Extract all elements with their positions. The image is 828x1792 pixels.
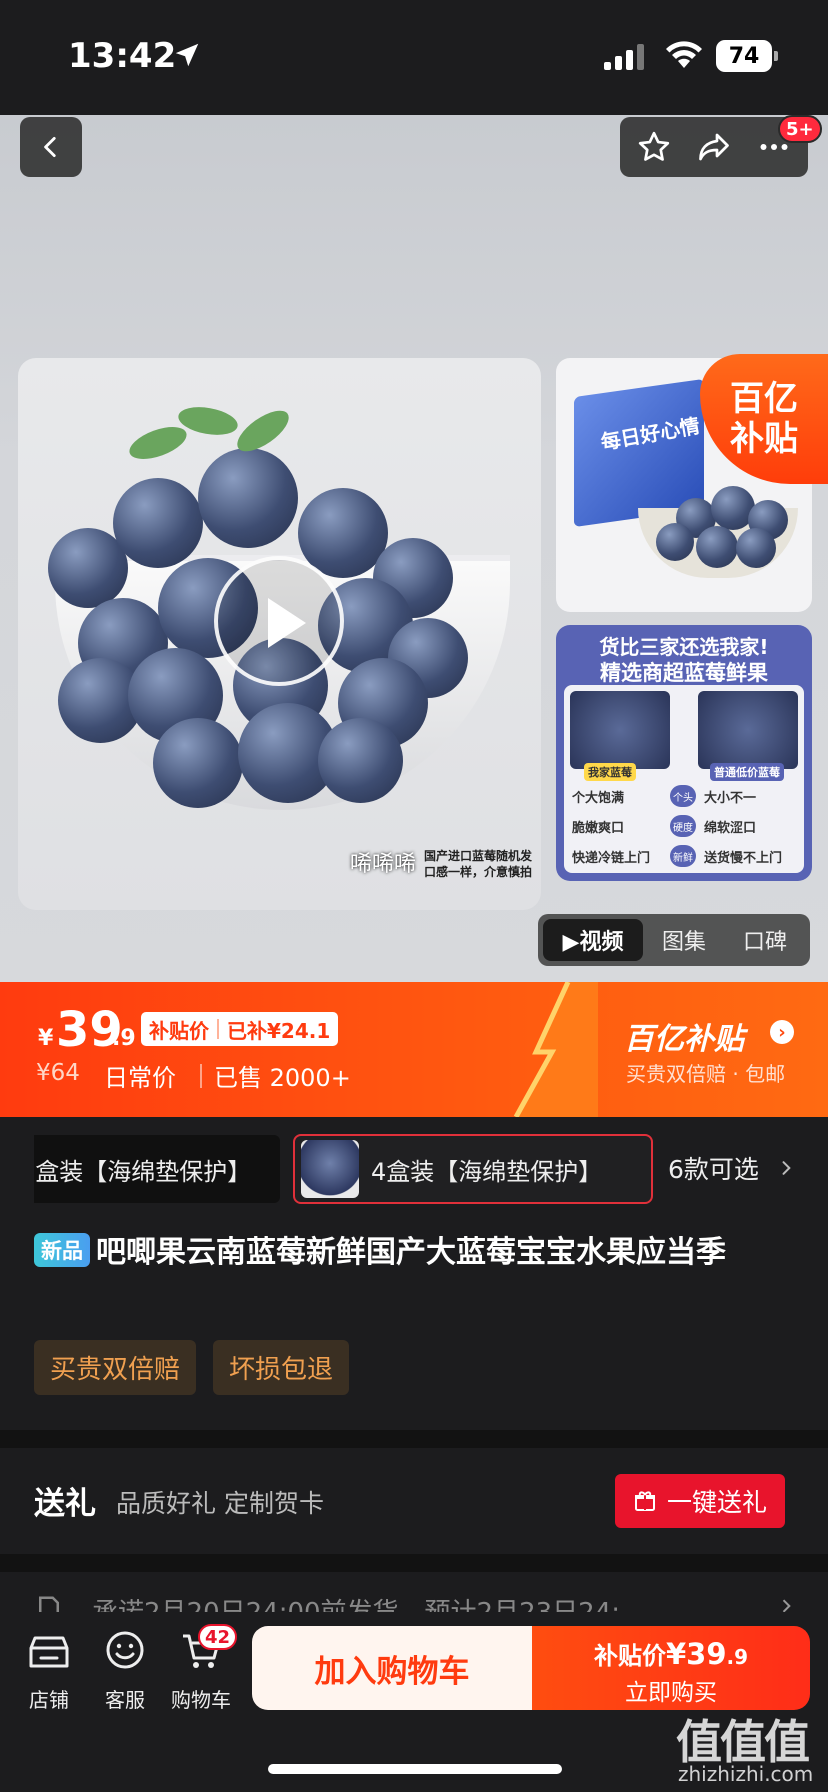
status-bar: 13:42 74 <box>0 0 828 115</box>
buy-price-int: ¥39 <box>665 1637 727 1671</box>
buy-now-button[interactable]: 补贴价¥39.9 立即购买 <box>532 1626 810 1710</box>
comparison-subtitle: 精选商超蓝莓鲜果 <box>600 661 768 685</box>
service-tags: 买贵双倍赔 坏损包退 <box>34 1340 350 1395</box>
cheap-label: 普通低价蓝莓 <box>710 763 784 781</box>
share-icon[interactable] <box>696 129 732 165</box>
play-video-button[interactable] <box>214 556 344 686</box>
sku-option-label: 4盒装【海绵垫保护】 <box>34 1157 252 1186</box>
cart-label: 购物车 <box>171 1688 231 1712</box>
tab-reviews[interactable]: 口碑 <box>725 919 805 961</box>
blueberry <box>696 526 738 568</box>
bybt-tag-line2: 补贴 <box>730 419 798 459</box>
chevron-right-icon[interactable] <box>776 1158 796 1178</box>
battery-indicator: 74 <box>716 40 778 72</box>
wifi-icon <box>666 41 702 68</box>
blueberry <box>198 448 298 548</box>
cart-count-badge: 42 <box>198 1624 238 1650</box>
subsidy-amount: 已补¥24.1 <box>227 1018 331 1043</box>
notification-badge: 5+ <box>778 115 822 143</box>
sku-more-options[interactable]: 6款可选 <box>668 1150 759 1186</box>
cheap-point: 大小不一 <box>704 791 757 806</box>
customer-service-button[interactable]: 客服 <box>90 1628 160 1713</box>
buy-price: 补贴价¥39.9 <box>532 1636 810 1671</box>
bybt-tag-line1: 百亿 <box>730 379 798 419</box>
section-divider <box>0 1554 828 1572</box>
store-label: 店铺 <box>29 1688 69 1712</box>
new-product-badge: 新品 <box>34 1233 90 1267</box>
gift-icon <box>634 1491 655 1511</box>
lightning-divider-icon <box>513 982 598 1117</box>
tag-separator <box>217 1019 219 1039</box>
comparison-panel: 我家蓝莓 普通低价蓝莓 个大饱满 个头 大小不一 脆嫩爽口 硬度 绵软涩口 快递… <box>564 685 804 873</box>
cheap-blueberry-image <box>698 691 798 769</box>
billion-subsidy-subtitle: 买贵双倍赔 · 包邮 <box>626 1062 786 1086</box>
store-button[interactable]: 店铺 <box>14 1628 84 1713</box>
send-gift-button[interactable]: 一键送礼 <box>615 1474 785 1528</box>
buy-price-dec: .9 <box>726 1645 749 1669</box>
service-tag[interactable]: 坏损包退 <box>213 1340 350 1395</box>
our-label: 我家蓝莓 <box>584 763 636 781</box>
status-time: 13:42 <box>68 36 177 76</box>
blueberry <box>656 523 694 561</box>
product-detail-page: 13:42 74 5+ 唏唏唏 国产进口蓝莓随机发 口感一样，介意慎拍 每日好心… <box>0 0 828 1792</box>
cheap-point: 绵软涩口 <box>704 821 757 836</box>
comparison-title: 货比三家还选我家! <box>599 635 769 659</box>
section-divider <box>0 1430 828 1448</box>
back-button[interactable] <box>20 117 82 177</box>
blueberry <box>113 478 203 568</box>
price-decimal: .9 <box>112 1026 136 1051</box>
our-point: 快递冷链上门 <box>572 851 651 866</box>
subsidy-label: 补贴价 <box>149 1018 209 1043</box>
price-divider <box>200 1064 202 1088</box>
our-point: 个大饱满 <box>572 791 625 806</box>
sku-option[interactable]: 4盒装【海绵垫保护】 <box>34 1135 280 1203</box>
product-title: 吧唧果云南蓝莓新鲜国产大蓝莓宝宝水果应当季 <box>96 1235 726 1270</box>
compare-dimension: 新鲜 <box>670 845 696 867</box>
site-watermark-url: zhizhizhi.com <box>678 1762 814 1786</box>
our-point: 脆嫩爽口 <box>572 821 625 836</box>
star-favorite-icon[interactable] <box>636 129 672 165</box>
add-to-cart-button[interactable]: 加入购物车 <box>252 1626 532 1710</box>
blueberry <box>318 718 403 803</box>
service-tag[interactable]: 买贵双倍赔 <box>34 1340 197 1395</box>
our-blueberry-image <box>570 691 670 769</box>
tab-gallery[interactable]: 图集 <box>643 919 725 961</box>
sku-option-label: 4盒装【海绵垫保护】 <box>371 1157 603 1186</box>
gallery-thumb-comparison[interactable]: 货比三家还选我家! 精选商超蓝莓鲜果 我家蓝莓 普通低价蓝莓 个大饱满 个头 大… <box>556 625 812 881</box>
sold-count: 已售 2000+ <box>214 1064 351 1092</box>
chevron-right-circle-icon[interactable]: › <box>770 1020 794 1044</box>
chevron-left-icon <box>44 136 56 158</box>
buy-price-label: 补贴价 <box>593 1642 666 1670</box>
send-gift-label: 一键送礼 <box>666 1488 767 1517</box>
gift-subtitle: 品质好礼 定制贺卡 <box>116 1489 324 1518</box>
cellular-signal-icon <box>604 44 644 70</box>
compare-dimension: 个头 <box>670 785 696 807</box>
price-currency: ¥ <box>38 1026 54 1051</box>
media-tabs: ▶视频 图集 口碑 <box>538 914 810 966</box>
tab-video[interactable]: ▶视频 <box>543 919 643 961</box>
cheap-point: 送货慢不上门 <box>704 851 783 866</box>
product-title-block: 新品 吧唧果云南蓝莓新鲜国产大蓝莓宝宝水果应当季 <box>34 1230 794 1276</box>
service-label: 客服 <box>105 1688 145 1712</box>
store-icon <box>29 1636 69 1668</box>
buy-now-label: 立即购买 <box>625 1680 717 1706</box>
home-indicator[interactable] <box>268 1764 562 1774</box>
sku-thumbnail <box>301 1140 359 1198</box>
mint-leaf <box>125 420 191 466</box>
origin-note: 国产进口蓝莓随机发 口感一样，介意慎拍 <box>424 849 533 879</box>
video-watermark-text: 唏唏唏 <box>350 852 417 877</box>
smiley-chat-icon <box>106 1631 144 1669</box>
blueberry <box>736 528 776 568</box>
sku-option-selected[interactable]: 4盒装【海绵垫保护】 <box>293 1134 653 1204</box>
subsidy-price-tag: 补贴价 已补¥24.1 <box>141 1012 339 1046</box>
billion-subsidy-title[interactable]: 百亿补贴 <box>624 1014 744 1058</box>
gift-title: 送礼 <box>34 1486 96 1522</box>
compare-dimension: 硬度 <box>670 815 696 837</box>
blueberry <box>153 718 243 808</box>
location-arrow-icon <box>175 43 199 67</box>
original-price: ¥64 <box>36 1060 80 1086</box>
daily-price-label: 日常价 <box>104 1064 176 1092</box>
